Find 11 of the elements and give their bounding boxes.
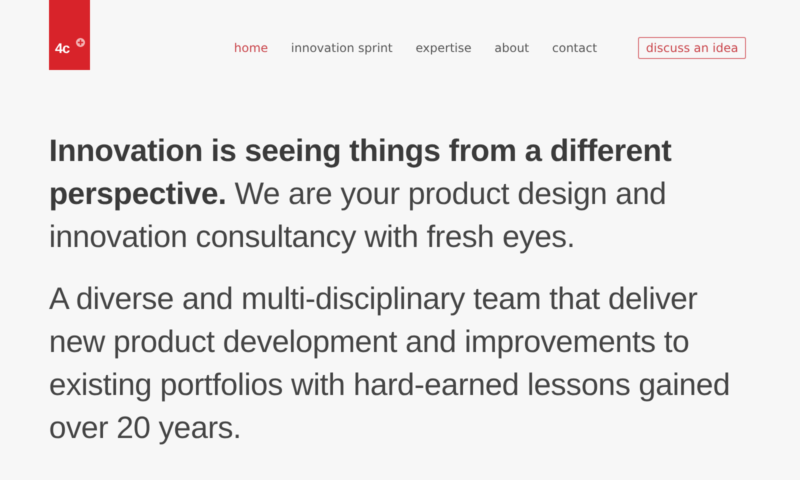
discuss-button[interactable]: discuss an idea <box>638 37 746 59</box>
nav-link[interactable]: home <box>234 41 268 55</box>
nav-link[interactable]: expertise <box>416 41 472 55</box>
nav-link[interactable]: innovation sprint <box>291 41 393 55</box>
body-paragraph: A diverse and multi-disciplinary team that deliver new product development and improvements to existing portfolios with hard-earned lessons gained over 20 years. <box>49 280 731 447</box>
intro-paragraph: Innovation is seeing things from a different perspective. We are your product design and innovation consultancy with fresh eyes. <box>49 132 672 256</box>
nav-link[interactable]: about <box>494 41 530 55</box>
logo[interactable]: 4c <box>49 0 90 70</box>
plus-circle-icon <box>76 38 85 47</box>
nav-link[interactable]: contact <box>552 41 598 55</box>
logo-text: 4c <box>55 40 70 56</box>
